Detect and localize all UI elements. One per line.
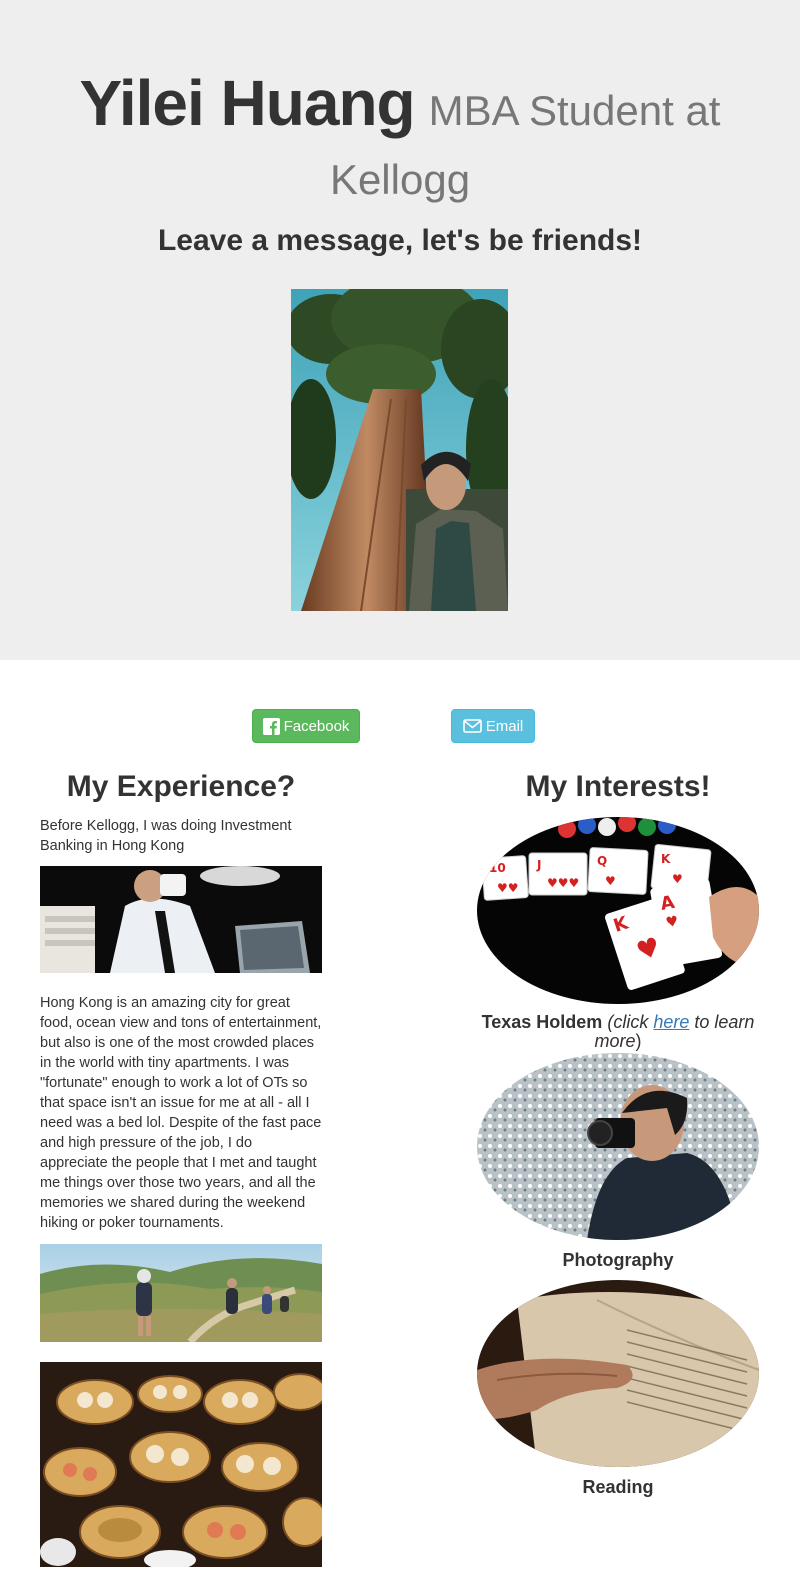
poker-note-close: )	[635, 1031, 642, 1051]
svg-text:K: K	[661, 852, 671, 866]
tagline: Leave a message, let's be friends!	[157, 224, 643, 257]
email-button-label: Email	[485, 717, 524, 735]
reading-caption: Reading	[582, 1477, 654, 1497]
facebook-button-label: Facebook	[283, 717, 350, 735]
svg-text:Q: Q	[597, 854, 607, 868]
poker-note-before: (click	[607, 1012, 654, 1032]
dim-sum-photo	[40, 1362, 322, 1567]
page-title: Yilei Huang MBA Student at	[0, 66, 800, 140]
email-button[interactable]: Email	[451, 709, 535, 743]
poker-caption: Texas Holdem (click here to learn more)	[477, 1013, 759, 1051]
jumbotron: Yilei Huang MBA Student at Kellogg Leave …	[0, 0, 800, 660]
poker-note: (click here to learn more	[594, 1012, 754, 1051]
subtitle-line2: Kellogg	[329, 156, 471, 203]
interests-heading: My Interests!	[525, 770, 711, 803]
facebook-button[interactable]: Facebook	[252, 709, 360, 743]
experience-heading: My Experience?	[66, 770, 296, 803]
svg-text:♥♥♥: ♥♥♥	[547, 876, 579, 890]
poker-title: Texas Holdem	[481, 1012, 603, 1032]
photography-caption: Photography	[562, 1250, 674, 1270]
learn-more-link[interactable]: here	[653, 1012, 689, 1032]
banker-photo	[40, 866, 322, 973]
facebook-icon	[262, 717, 280, 735]
svg-text:J: J	[536, 858, 541, 872]
experience-body: Hong Kong is an amazing city for great f…	[40, 995, 322, 1231]
poker-image: 10 J QK ♥♥ ♥♥♥ ♥ ♥ K ♥ A ♥	[477, 817, 759, 1004]
envelope-icon	[462, 719, 482, 733]
svg-text:♥♥: ♥♥	[497, 881, 519, 895]
profile-photo	[291, 289, 508, 611]
hiking-photo	[40, 1244, 322, 1342]
reading-image	[477, 1280, 759, 1467]
person-name: Yilei Huang	[79, 67, 416, 139]
svg-text:♥: ♥	[605, 874, 616, 888]
svg-text:10: 10	[489, 861, 506, 875]
photography-image	[477, 1053, 759, 1240]
experience-intro: Before Kellogg, I was doing Investment B…	[40, 818, 292, 854]
subtitle-line1: MBA Student at	[428, 87, 721, 134]
